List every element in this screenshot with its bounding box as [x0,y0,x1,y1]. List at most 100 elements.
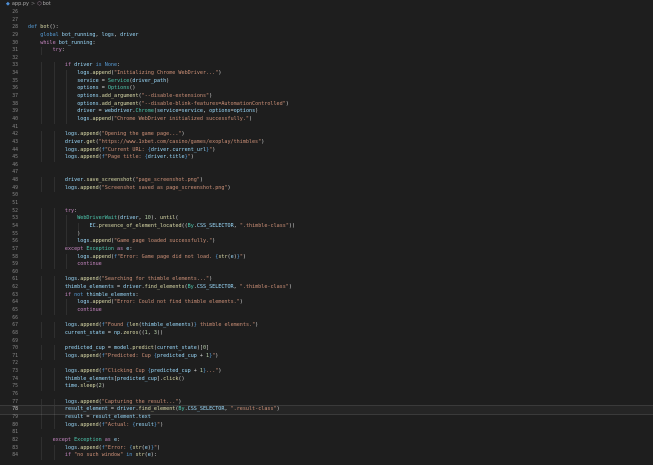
code-text: driver = webdriver.Chrome(service=servic… [77,108,258,116]
code-line[interactable]: 40 logs.append("Chrome WebDriver initiali… [0,115,653,124]
code-line[interactable]: 74 thimble_elements[predicted_cup].click(… [0,375,653,384]
code-line[interactable]: 41 [0,124,653,132]
code-line[interactable]: 36 options = Options() [0,85,653,94]
code-line[interactable]: 51 [0,200,653,208]
code-editor[interactable]: 26 27 28 def bot(): 29 global bot_running, lo… [0,9,653,465]
code-line[interactable]: 73 logs.append(f"Clicking Cup {predicted_… [0,368,653,376]
code-line[interactable]: 52 try: [0,207,653,216]
code-text: logs.append(f"Predicted: Cup {predicted_… [65,353,218,361]
code-line[interactable]: 53 WebDriverWait(driver, 10). until( [0,215,653,223]
code-token: ) [101,383,105,390]
code-token: ) [199,177,203,184]
code-token: "Error: Could not find thimble elements.… [114,299,240,306]
code-line[interactable]: 75 time.sleep(2) [0,383,653,392]
code-line[interactable]: 66 [0,315,653,323]
code-token: options [77,93,99,100]
code-line[interactable]: 60 [0,269,653,277]
breadcrumb-symbol[interactable]: bot [43,0,51,9]
code-line[interactable]: 57 except Exception as e: [0,245,653,254]
code-line[interactable]: 72 [0,360,653,368]
code-line[interactable]: 76 [0,391,653,399]
code-token: append [92,115,111,122]
code-line[interactable]: 59 continue [0,261,653,269]
code-line[interactable]: 31 try: [0,47,653,55]
code-text: driver.get("https://www.1xbet.com/casino… [65,139,264,147]
code-line[interactable]: 33 if driver is None: [0,62,653,71]
breadcrumb-file[interactable]: app.py [12,0,29,9]
code-token: append [92,253,111,260]
code-token: service [156,108,179,115]
code-line[interactable]: 30 while bot_running: [0,40,653,48]
code-line[interactable]: 79 result = result_element.text [0,413,653,422]
code-line[interactable]: 38 options.add_argument("--disable-blink-… [0,100,653,109]
code-text: logs.append("Screenshot saved as page_sc… [65,185,231,193]
code-line[interactable]: 78 result_element = driver.find_element(B… [0,405,653,415]
code-line[interactable]: 54 EC.presence_of_element_located((By.CSS… [0,222,653,231]
code-token: logs [64,154,78,161]
code-line[interactable]: 35 service = Service(driver_path) [0,77,653,86]
code-line[interactable]: 69 [0,338,653,346]
code-text: if "no such window" in str(e): [65,452,157,460]
code-line[interactable]: 50 [0,192,653,200]
code-line[interactable]: 82 except Exception as e: [0,436,653,445]
code-line[interactable]: 64 logs.append("Error: Could not find thi… [0,299,653,307]
indent-guide [41,177,43,185]
code-line[interactable]: 46 [0,162,653,170]
code-line[interactable]: 26 [0,9,653,17]
code-line[interactable]: 28 def bot(): [0,24,653,32]
indent-guide [41,230,43,239]
code-line[interactable]: 63 if not thimble_elements: [0,291,653,300]
code-line[interactable]: 68 current_state = np.zeros((1, 3)) [0,329,653,338]
code-line[interactable]: 70 predicted_cup = model.predict(current_… [0,345,653,353]
code-token: predicted_cup [64,345,108,352]
code-line[interactable]: 27 [0,17,653,25]
indent-guide [41,108,43,116]
code-line[interactable]: 47 [0,169,653,177]
code-line[interactable]: 65 continue [0,306,653,315]
code-token: webdriver [104,108,133,115]
code-token: global [40,31,62,38]
code-token: ) [209,276,213,283]
line-number: 83 [12,445,18,451]
code-line[interactable]: 83 logs.append(f"Error: {str(e)}") [0,444,653,453]
line-number: 28 [12,25,18,31]
code-line[interactable]: 61 logs.append("Searching for thimble ele… [0,276,653,285]
code-line[interactable]: 43 driver.get("https://www.1xbet.com/casi… [0,138,653,147]
indent-guide [41,452,43,460]
code-line[interactable]: 77 logs.append("Capturing the result...") [0,398,653,407]
code-text: def bot(): [28,24,59,32]
code-line[interactable]: 34 logs.append("Initializing Chrome WebDr… [0,70,653,78]
line-number: 54 [12,223,18,229]
code-line[interactable]: 48 driver.save_screenshot("page_screensho… [0,177,653,185]
code-line[interactable]: 80 logs.append(f"Actual: {result}") [0,421,653,430]
code-line[interactable]: 55) [0,230,653,239]
code-token: bot_running [58,39,93,46]
code-line[interactable]: 58 logs.append(f"Error: Game page did not… [0,253,653,262]
code-line[interactable]: 49 logs.append("Screenshot saved as page_… [0,184,653,193]
code-token: "Searching for thimble elements..." [101,276,210,283]
code-line[interactable]: 29 global bot_running, logs, driver [0,32,653,40]
line-number: 78 [12,407,18,413]
code-line[interactable]: 56 logs.append("Game page loaded successf… [0,238,653,246]
code-line[interactable]: 37 options.add_argument("--disable-extens… [0,93,653,101]
code-token: : [74,207,78,214]
code-line[interactable]: 45 logs.append(f"Page title: {driver.titl… [0,154,653,162]
code-text: if not thimble_elements: [65,292,139,300]
code-token: "https://www.1xbet.com/casino/games/exop… [98,138,262,145]
indent-guide [41,322,43,330]
code-token: zeros [123,329,139,336]
code-line[interactable]: 67 logs.append(f"Found {len(thimble_eleme… [0,322,653,330]
code-token: "Page title: [104,154,145,161]
code-line[interactable]: 71 logs.append(f"Predicted: Cup {predicte… [0,352,653,361]
code-token: "--disable-blink-features=AutomationCont… [141,100,286,107]
indent-guide [53,177,55,185]
code-line[interactable]: 81 [0,429,653,437]
code-line[interactable]: 44 logs.append(f"Current URL: {driver.cur… [0,146,653,155]
indent-guide [41,398,43,407]
code-line[interactable]: 32 [0,55,653,63]
code-line[interactable]: 42 logs.append("Opening the game page..."… [0,131,653,139]
code-line[interactable]: 84 if "no such window" in str(e): [0,452,653,460]
line-number: 68 [12,330,18,336]
code-line[interactable]: 62 thimble_elements = driver.find_element… [0,284,653,292]
code-line[interactable]: 39 driver = webdriver.Chrome(service=serv… [0,108,653,116]
